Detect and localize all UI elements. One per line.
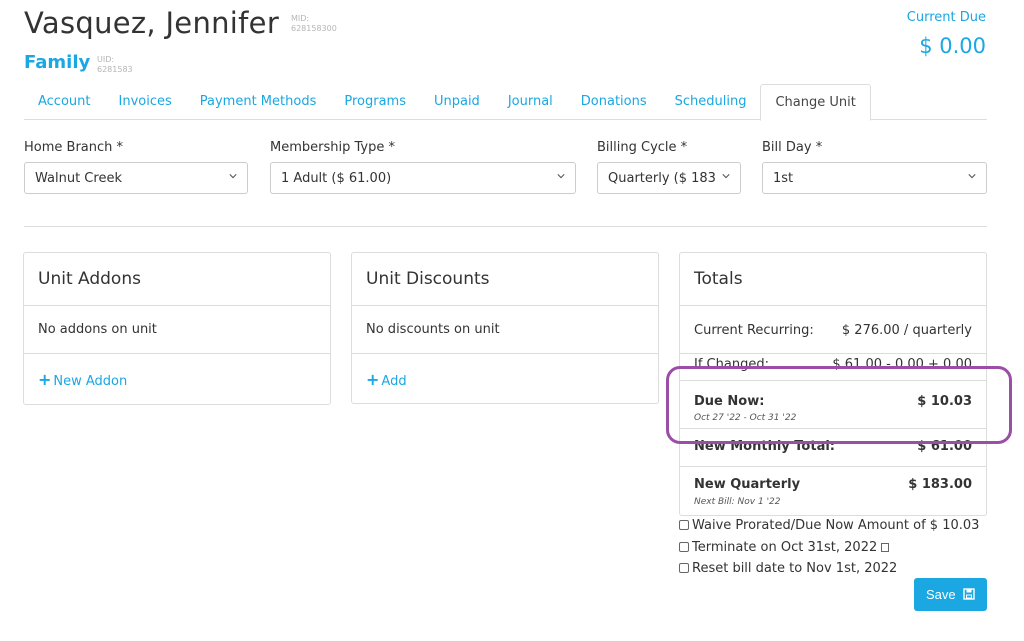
new-quarterly-label: New Quarterly bbox=[694, 477, 801, 492]
tab-bar: Account Invoices Payment Methods Program… bbox=[24, 84, 987, 121]
current-recurring-value: $ 276.00 / quarterly bbox=[841, 323, 972, 338]
member-name: Vasquez, Jennifer bbox=[24, 6, 280, 40]
chevron-down-icon bbox=[557, 174, 565, 179]
tab-unpaid[interactable]: Unpaid bbox=[420, 84, 494, 120]
terminate-checkbox[interactable] bbox=[679, 542, 689, 552]
billing-cycle-label: Billing Cycle * bbox=[597, 140, 688, 155]
new-monthly-label: New Monthly Total: bbox=[694, 439, 835, 454]
new-quarterly-value: $ 183.00 bbox=[908, 477, 972, 492]
current-due-amount: $ 0.00 bbox=[919, 34, 986, 58]
waive-checkbox[interactable] bbox=[679, 520, 689, 530]
billing-cycle-value: Quarterly ($ 183 bbox=[608, 171, 716, 186]
chevron-down-icon bbox=[968, 174, 976, 179]
totals-title: Totals bbox=[680, 253, 986, 306]
if-changed-label: If Changed: bbox=[694, 357, 769, 372]
bill-day-value: 1st bbox=[773, 171, 794, 186]
home-branch-label: Home Branch * bbox=[24, 140, 124, 155]
member-id: MID: 628158300 bbox=[291, 14, 337, 33]
reset-checkbox[interactable] bbox=[679, 563, 689, 573]
unit-type: Family bbox=[24, 52, 91, 73]
plus-icon: + bbox=[38, 370, 52, 389]
tab-scheduling[interactable]: Scheduling bbox=[661, 84, 761, 120]
membership-type-label: Membership Type * bbox=[270, 140, 395, 155]
info-icon bbox=[881, 543, 890, 552]
bill-day-select[interactable]: 1st bbox=[762, 162, 987, 194]
addons-empty-text: No addons on unit bbox=[24, 306, 330, 354]
membership-type-select[interactable]: 1 Adult ($ 61.00) bbox=[270, 162, 576, 194]
home-branch-select[interactable]: Walnut Creek bbox=[24, 162, 248, 194]
add-discount-button[interactable]: + Add bbox=[366, 370, 407, 389]
home-branch-value: Walnut Creek bbox=[35, 171, 122, 186]
due-now-value: $ 10.03 bbox=[917, 394, 972, 409]
new-addon-button[interactable]: + New Addon bbox=[38, 370, 127, 389]
add-discount-row: + Add bbox=[352, 354, 658, 402]
waive-option[interactable]: Waive Prorated/Due Now Amount of $ 10.03 bbox=[679, 518, 979, 533]
chevron-down-icon bbox=[229, 174, 237, 179]
tab-journal[interactable]: Journal bbox=[494, 84, 567, 120]
due-now-label: Due Now: bbox=[694, 394, 765, 409]
unit-addons-title: Unit Addons bbox=[24, 253, 330, 306]
current-recurring-label: Current Recurring: bbox=[694, 323, 814, 338]
if-changed-row: If Changed: $ 61.00 - 0.00 + 0.00 bbox=[680, 354, 986, 381]
due-now-period: Oct 27 '22 - Oct 31 '22 bbox=[694, 413, 797, 423]
unit-addons-panel: Unit Addons No addons on unit + New Addon bbox=[23, 252, 331, 405]
new-addon-row: + New Addon bbox=[24, 354, 330, 402]
terminate-option[interactable]: Terminate on Oct 31st, 2022 bbox=[679, 540, 890, 555]
current-recurring-row: Current Recurring: $ 276.00 / quarterly bbox=[680, 306, 986, 354]
save-button[interactable]: Save bbox=[914, 578, 987, 611]
unit-id: UID: 6281583 bbox=[97, 55, 133, 74]
tab-change-unit[interactable]: Change Unit bbox=[760, 84, 871, 121]
billing-cycle-select[interactable]: Quarterly ($ 183 bbox=[597, 162, 741, 194]
reset-option[interactable]: Reset bill date to Nov 1st, 2022 bbox=[679, 561, 897, 576]
due-now-row: Due Now: $ 10.03 Oct 27 '22 - Oct 31 '22 bbox=[680, 381, 986, 429]
bill-day-label: Bill Day * bbox=[762, 140, 823, 155]
if-changed-value: $ 61.00 - 0.00 + 0.00 bbox=[832, 357, 972, 372]
membership-type-value: 1 Adult ($ 61.00) bbox=[281, 171, 392, 186]
tab-donations[interactable]: Donations bbox=[567, 84, 661, 120]
new-quarterly-row: New Quarterly $ 183.00 Next Bill: Nov 1 … bbox=[680, 467, 986, 515]
discounts-empty-text: No discounts on unit bbox=[352, 306, 658, 354]
new-monthly-row: New Monthly Total: $ 61.00 bbox=[680, 429, 986, 467]
current-due-label: Current Due bbox=[906, 10, 986, 25]
tab-payment-methods[interactable]: Payment Methods bbox=[186, 84, 331, 120]
tab-account[interactable]: Account bbox=[24, 84, 105, 120]
unit-discounts-panel: Unit Discounts No discounts on unit + Add bbox=[351, 252, 659, 404]
tab-invoices[interactable]: Invoices bbox=[105, 84, 186, 120]
floppy-disk-icon bbox=[963, 588, 975, 600]
totals-panel: Totals Current Recurring: $ 276.00 / qua… bbox=[679, 252, 987, 516]
chevron-down-icon bbox=[722, 174, 730, 179]
next-bill-date: Next Bill: Nov 1 '22 bbox=[694, 497, 781, 507]
plus-icon: + bbox=[366, 370, 380, 389]
divider bbox=[24, 226, 987, 227]
new-monthly-value: $ 61.00 bbox=[917, 439, 972, 454]
tab-programs[interactable]: Programs bbox=[330, 84, 420, 120]
unit-discounts-title: Unit Discounts bbox=[352, 253, 658, 306]
